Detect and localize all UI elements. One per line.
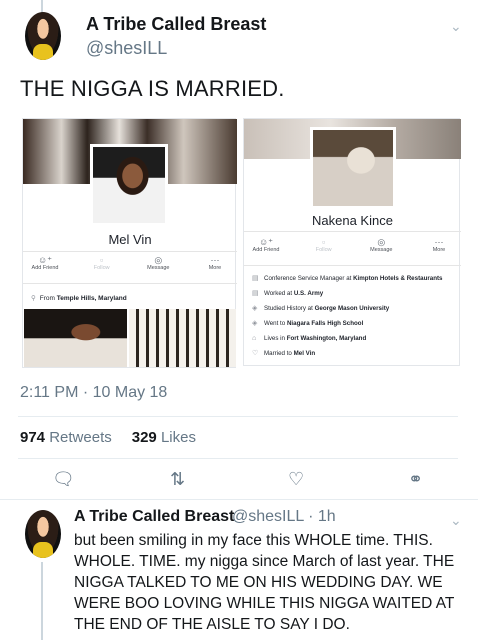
retweets-stat[interactable]: 974 Retweets: [20, 429, 112, 446]
about-high-school: ◈ Went to Niagara Falls High School: [252, 320, 364, 327]
divider: [244, 231, 461, 232]
briefcase-icon: ▤: [252, 290, 259, 297]
author-avatar[interactable]: [25, 12, 61, 60]
retweet-icon[interactable]: ⇅: [170, 468, 185, 490]
divider: [244, 265, 461, 266]
reply-author-display-name[interactable]: A Tribe Called Breast: [74, 508, 234, 526]
message-action: ◎ Message: [370, 237, 393, 253]
profile-actions: ☺⁺ Add Friend ▫ Follow ◎ Message ⋯ More: [27, 255, 233, 271]
profile-photo: [310, 127, 396, 209]
tweet-text: THE NIGGA IS MARRIED.: [20, 76, 285, 101]
about-relationship: ♡ Married to Mel Vin: [252, 350, 316, 357]
divider: [18, 458, 458, 459]
photo-thumbnail: [24, 309, 127, 367]
add-friend-action: ☺⁺ Add Friend: [31, 255, 59, 271]
profile-name: Mel Vin: [108, 232, 152, 247]
divider: [0, 499, 478, 500]
about-list: ▤ Conference Service Manager at Kimpton H…: [252, 275, 457, 365]
divider: [23, 251, 237, 252]
tweet-timestamp[interactable]: 2:11 PM · 10 May 18: [20, 384, 167, 402]
follow-action: ▫ Follow: [93, 255, 110, 271]
about-education: ◈ Studied History at George Mason Univers…: [252, 305, 390, 312]
more-icon: ⋯: [210, 255, 220, 265]
more-action: ⋯ More: [432, 237, 446, 253]
more-action: ⋯ More: [208, 255, 222, 271]
message-icon: ◎: [377, 237, 386, 247]
about-work: ▤ Conference Service Manager at Kimpton H…: [252, 275, 443, 282]
briefcase-icon: ▤: [252, 275, 259, 282]
tweet-stats: 974 Retweets 329 Likes: [20, 429, 196, 446]
chevron-down-icon[interactable]: ⌄: [450, 512, 462, 529]
profile-card-right: Nakena Kince ☺⁺ Add Friend ▫ Follow ◎ Messa…: [243, 118, 461, 366]
author-handle[interactable]: @shesILL: [86, 38, 167, 59]
divider: [18, 416, 458, 417]
likes-stat[interactable]: 329 Likes: [132, 429, 196, 446]
chevron-down-icon[interactable]: ⌄: [450, 18, 462, 35]
from-line: ⚲ From Temple Hills, Maryland: [31, 295, 127, 302]
profile-name: Nakena Kince: [312, 213, 393, 228]
more-icon: ⋯: [434, 237, 444, 247]
add-friend-action: ☺⁺ Add Friend: [252, 237, 280, 253]
message-action: ◎ Message: [147, 255, 170, 271]
graduation-cap-icon: ◈: [252, 320, 258, 327]
add-friend-icon: ☺⁺: [259, 237, 273, 247]
divider: [23, 283, 237, 284]
thread-connector-bottom: [41, 562, 43, 640]
photo-thumbnail: [129, 309, 236, 367]
reply-author-handle[interactable]: @shesILL · 1h: [232, 508, 336, 526]
location-pin-icon: ⚲: [31, 295, 36, 302]
heart-icon: ♡: [252, 350, 259, 357]
follow-icon: ▫: [100, 255, 104, 265]
heart-icon[interactable]: ♡: [288, 468, 304, 490]
author-display-name[interactable]: A Tribe Called Breast: [86, 14, 266, 35]
follow-icon: ▫: [322, 237, 326, 247]
share-icon[interactable]: ⚭: [408, 468, 423, 490]
graduation-cap-icon: ◈: [252, 305, 258, 312]
message-icon: ◎: [154, 255, 163, 265]
add-friend-icon: ☺⁺: [38, 255, 52, 265]
reply-text: but been smiling in my face this WHOLE t…: [74, 532, 455, 633]
profile-photo: [90, 144, 168, 226]
reply-author-avatar[interactable]: [25, 510, 61, 558]
about-past-work: ▤ Worked at U.S. Army: [252, 290, 324, 297]
profile-actions: ☺⁺ Add Friend ▫ Follow ◎ Message ⋯ More: [248, 237, 457, 253]
reply-icon[interactable]: 🗨︎: [52, 468, 75, 490]
tweet-action-bar: 🗨︎ ⇅ ♡ ⚭: [0, 468, 478, 490]
home-icon: ⌂: [252, 335, 257, 342]
profile-card-left: Mel Vin ☺⁺ Add Friend ▫ Follow ◎ Message ⋯ M…: [22, 118, 237, 368]
about-lives-in: ⌂ Lives in Fort Washington, Maryland: [252, 335, 367, 342]
follow-action: ▫ Follow: [315, 237, 332, 253]
